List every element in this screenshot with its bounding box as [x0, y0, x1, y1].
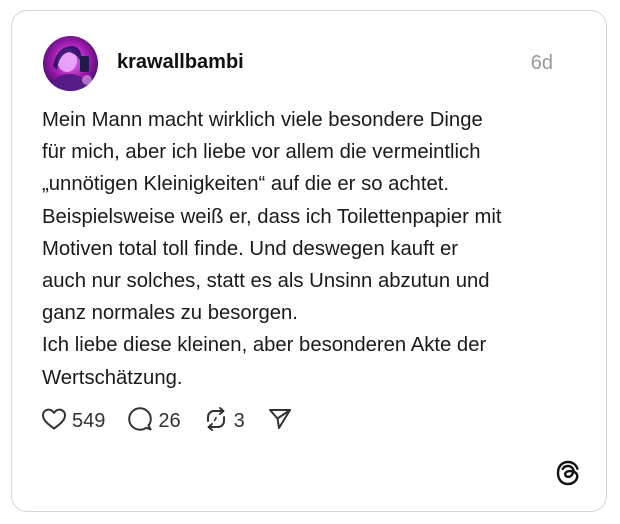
- paper-plane-icon: [267, 406, 293, 437]
- post-text-line: Wertschätzung.: [42, 366, 183, 389]
- threads-logo-icon: [555, 460, 581, 486]
- post-text-line: für mich, aber ich liebe vor allem die v…: [42, 141, 481, 164]
- repost-count: 3: [233, 409, 245, 432]
- heart-icon: [41, 407, 67, 436]
- post-card: krawallbambi 6d Mein Mann macht wirklich…: [11, 10, 607, 512]
- post-text: Mein Mann macht wirklich viele besondere…: [42, 104, 582, 394]
- post-text-line: Motiven total toll finde. Und deswegen k…: [42, 237, 459, 260]
- post-text-line: ganz normales zu besorgen.: [42, 302, 298, 325]
- reply-button[interactable]: 26: [127, 406, 181, 437]
- avatar[interactable]: [43, 36, 98, 91]
- post-text-line: Mein Mann macht wirklich viele besondere…: [42, 109, 483, 131]
- post-text-line: auch nur solches, statt es als Unsinn ab…: [42, 270, 490, 293]
- like-button[interactable]: 549: [41, 407, 105, 436]
- speech-bubble-icon: [127, 406, 153, 437]
- like-count: 549: [72, 409, 106, 432]
- share-button[interactable]: [267, 406, 293, 437]
- post-text-line: „unnötigen Kleinigkeiten“ auf die er so …: [42, 173, 450, 196]
- repost-button[interactable]: 3: [203, 406, 245, 437]
- post-text-line: Ich liebe diese kleinen, aber besonderen…: [42, 334, 487, 357]
- post-text-line: Beispielsweise weiß er, dass ich Toilett…: [42, 205, 502, 228]
- username[interactable]: krawallbambi: [117, 51, 244, 74]
- post-actions: 549 26 3: [41, 406, 293, 436]
- post-timestamp: 6d: [530, 52, 553, 74]
- reply-count: 26: [158, 409, 181, 432]
- repost-arrows-icon: [203, 406, 229, 437]
